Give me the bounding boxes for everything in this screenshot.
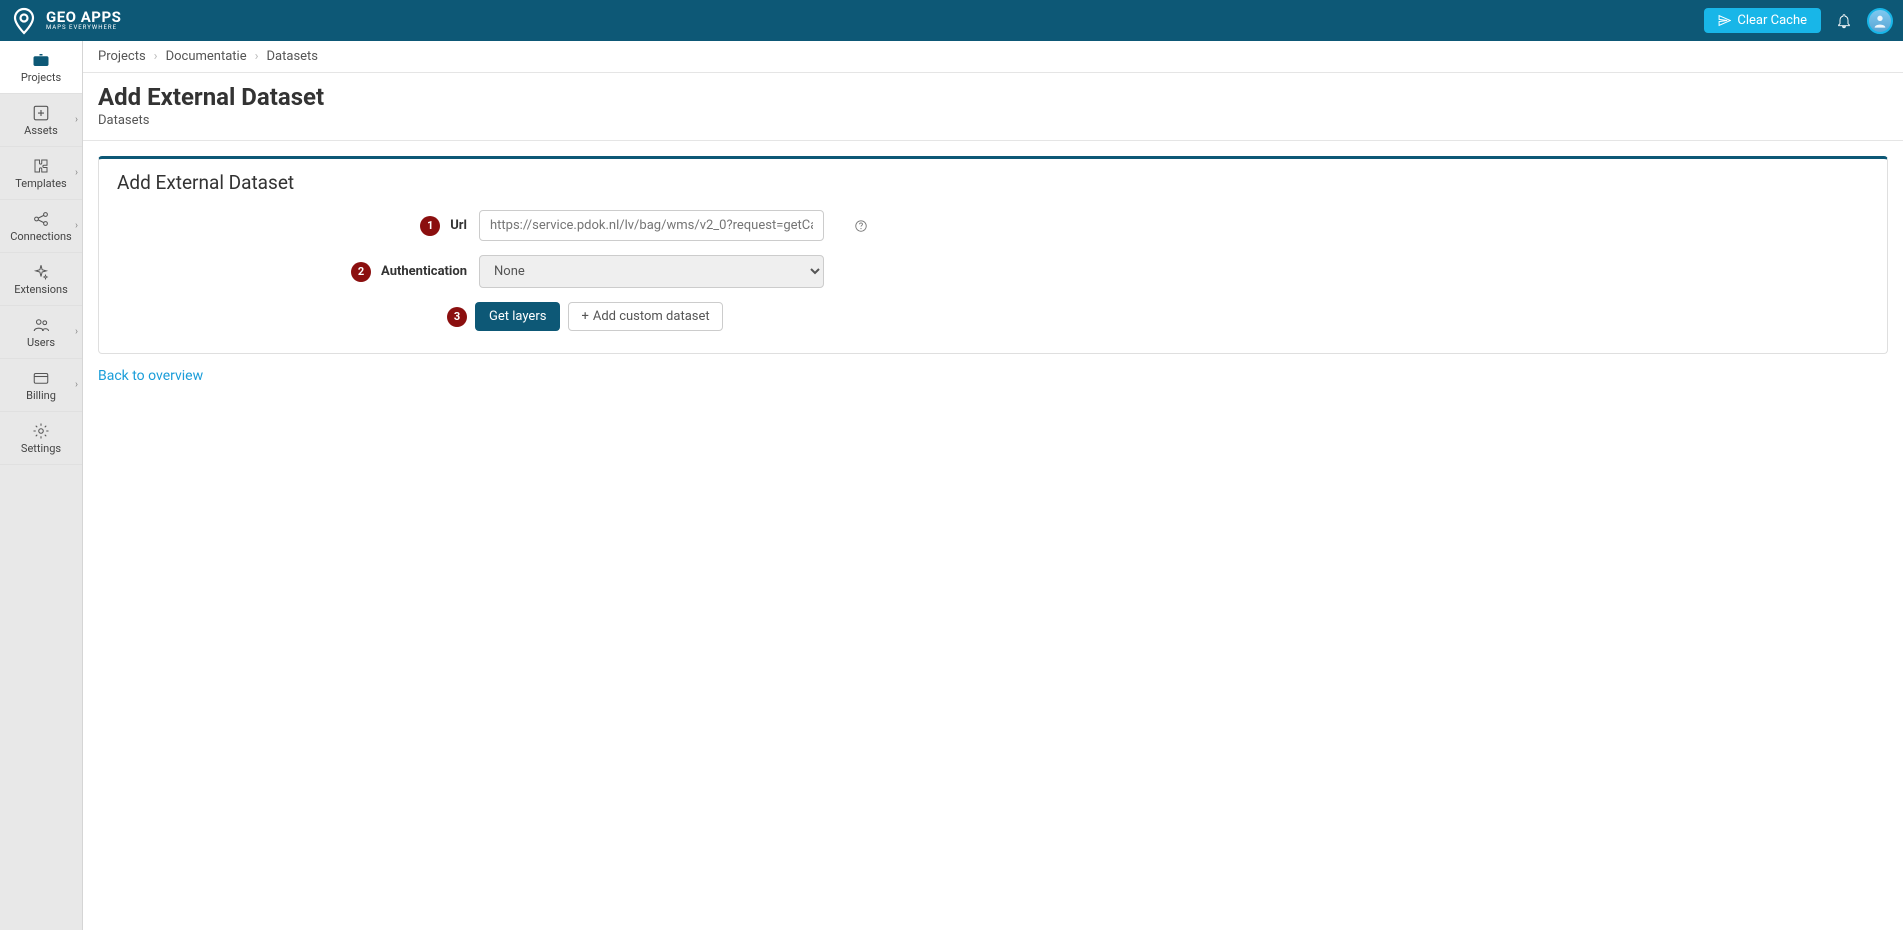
- url-label: Url: [450, 218, 467, 233]
- gear-icon: [32, 422, 50, 440]
- sidebar-item-label: Templates: [15, 177, 66, 190]
- chevron-right-icon: ›: [75, 115, 78, 126]
- back-to-overview-link[interactable]: Back to overview: [98, 368, 203, 384]
- page-subtitle: Datasets: [98, 113, 1888, 128]
- sidebar-item-extensions[interactable]: Extensions: [0, 253, 82, 306]
- sidebar-item-label: Billing: [26, 389, 56, 402]
- sidebar-item-label: Extensions: [14, 283, 68, 296]
- puzzle-icon: [32, 157, 50, 175]
- page-title: Add External Dataset: [98, 83, 1888, 111]
- sidebar-item-label: Projects: [21, 71, 61, 84]
- chevron-right-icon: ›: [75, 380, 78, 391]
- chevron-right-icon: ›: [75, 221, 78, 232]
- chevron-right-icon: ›: [255, 49, 259, 64]
- sidebar-item-projects[interactable]: Projects: [0, 41, 82, 94]
- sidebar-item-label: Connections: [10, 230, 71, 243]
- add-custom-dataset-button[interactable]: + Add custom dataset: [568, 302, 722, 331]
- chevron-right-icon: ›: [154, 49, 158, 64]
- credit-card-icon: [32, 369, 50, 387]
- chevron-right-icon: ›: [75, 168, 78, 179]
- sidebar-item-settings[interactable]: Settings: [0, 412, 82, 465]
- sidebar-item-users[interactable]: Users ›: [0, 306, 82, 359]
- clear-cache-button[interactable]: Clear Cache: [1704, 8, 1821, 33]
- logo-title: GEO APPS: [46, 10, 121, 25]
- step-badge-3: 3: [447, 307, 467, 327]
- add-external-dataset-panel: Add External Dataset 1 Url: [98, 156, 1888, 354]
- sidebar-item-label: Users: [27, 336, 55, 349]
- users-icon: [31, 316, 51, 334]
- paper-plane-icon: [1718, 14, 1731, 27]
- breadcrumb-link[interactable]: Datasets: [267, 49, 319, 64]
- plus-icon: +: [581, 309, 588, 324]
- sidebar-item-templates[interactable]: Templates ›: [0, 147, 82, 200]
- notifications-icon[interactable]: [1836, 13, 1852, 29]
- sidebar-item-billing[interactable]: Billing ›: [0, 359, 82, 412]
- breadcrumb-link[interactable]: Documentatie: [166, 49, 247, 64]
- step-badge-2: 2: [351, 262, 371, 282]
- sidebar-item-label: Assets: [24, 124, 58, 137]
- breadcrumb-link[interactable]: Projects: [98, 49, 146, 64]
- brand[interactable]: GEO APPS MAPS EVERYWHERE: [10, 7, 121, 35]
- topbar: GEO APPS MAPS EVERYWHERE Clear Cache: [0, 0, 1903, 41]
- sidebar-item-assets[interactable]: Assets ›: [0, 94, 82, 147]
- url-input[interactable]: [479, 210, 824, 241]
- step-badge-1: 1: [420, 216, 440, 236]
- logo-pin-icon: [10, 7, 38, 35]
- authentication-label: Authentication: [381, 264, 467, 279]
- authentication-select[interactable]: None: [479, 255, 824, 288]
- chevron-right-icon: ›: [75, 327, 78, 338]
- breadcrumb: Projects › Documentatie › Datasets: [83, 41, 1903, 73]
- briefcase-icon: [31, 51, 51, 69]
- sidebar-item-connections[interactable]: Connections ›: [0, 200, 82, 253]
- add-custom-label: Add custom dataset: [593, 309, 710, 324]
- sidebar: Projects Assets › Templates › Connection…: [0, 41, 83, 930]
- user-avatar[interactable]: [1867, 8, 1893, 34]
- get-layers-button[interactable]: Get layers: [475, 302, 560, 331]
- user-icon: [1872, 13, 1888, 29]
- sparkle-icon: [32, 263, 50, 281]
- logo-tagline: MAPS EVERYWHERE: [46, 25, 121, 31]
- help-icon[interactable]: [854, 219, 868, 233]
- plus-square-icon: [32, 104, 50, 122]
- panel-title: Add External Dataset: [117, 171, 1869, 194]
- main-content: Projects › Documentatie › Datasets Add E…: [83, 41, 1903, 930]
- sidebar-item-label: Settings: [21, 442, 61, 455]
- page-header: Add External Dataset Datasets: [83, 73, 1903, 141]
- clear-cache-label: Clear Cache: [1737, 13, 1807, 28]
- share-nodes-icon: [32, 210, 50, 228]
